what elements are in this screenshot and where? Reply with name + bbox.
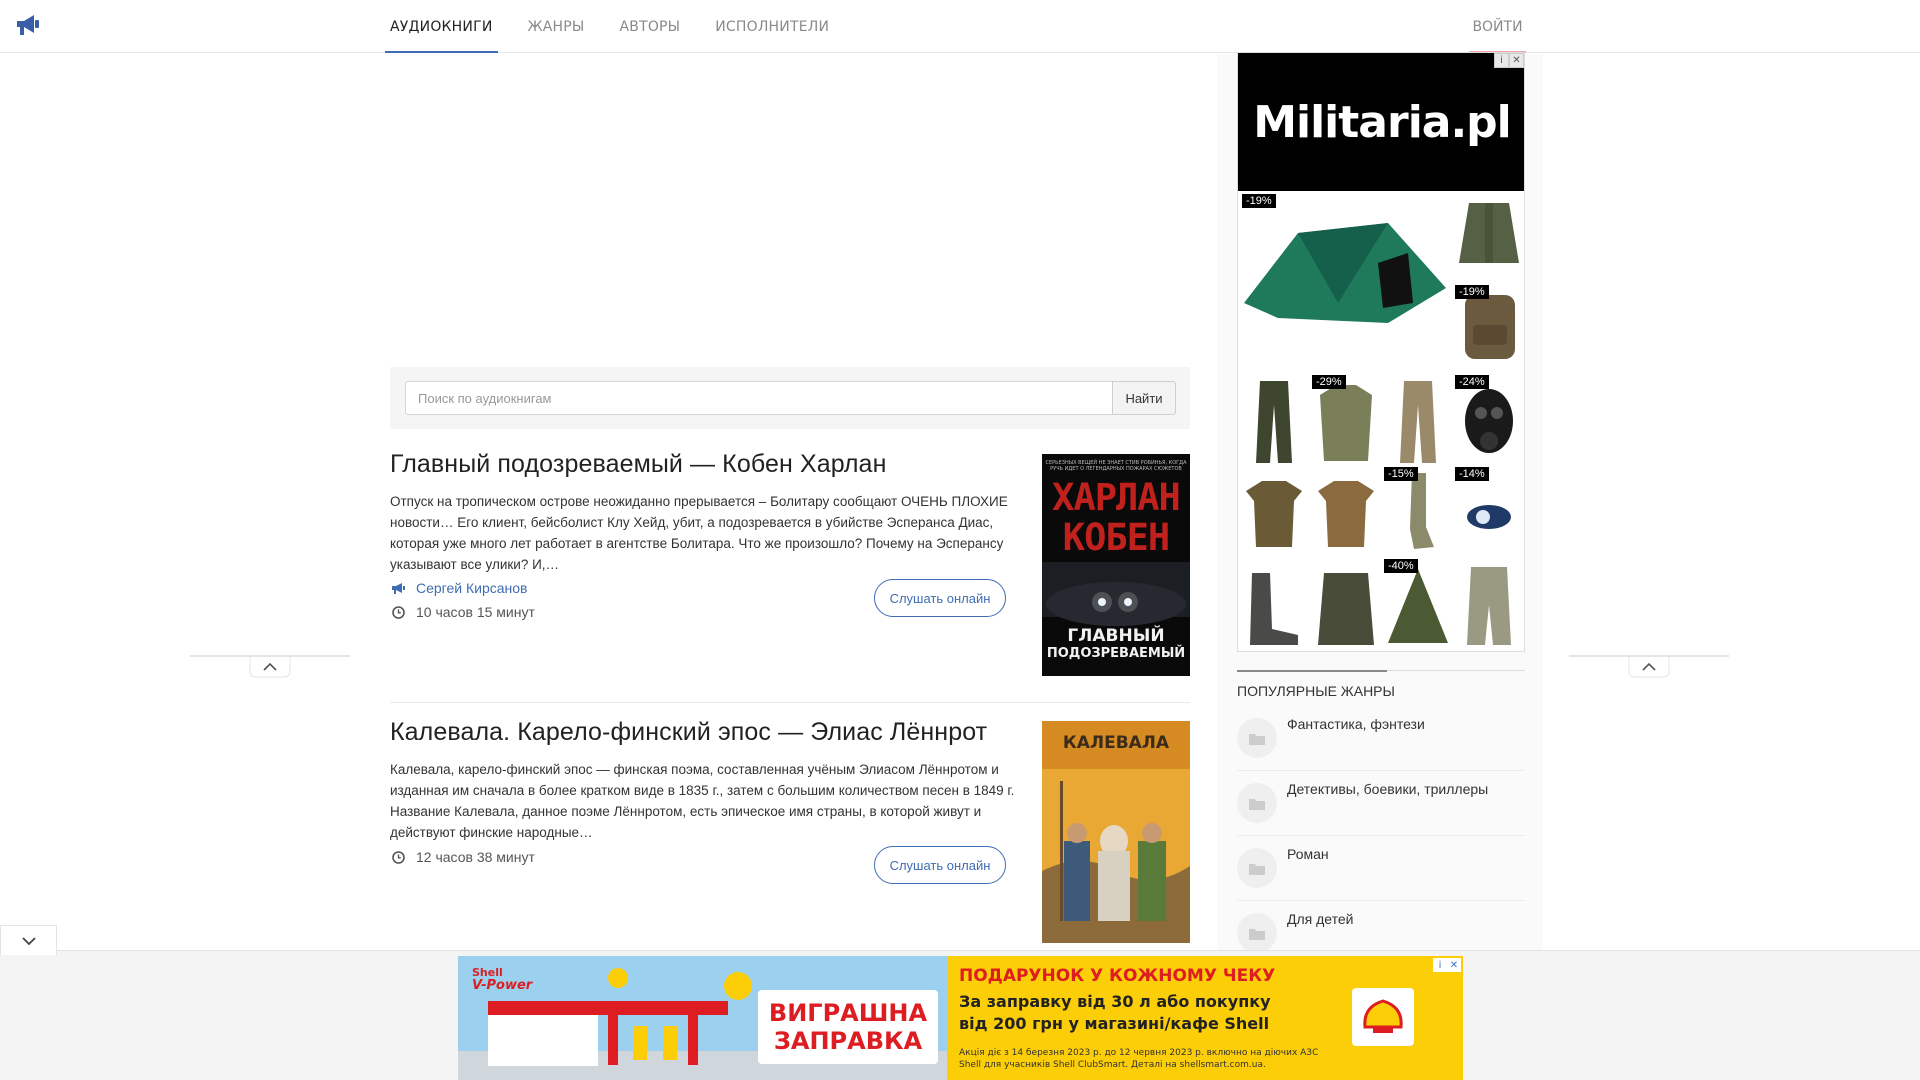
genre-item[interactable]: Роман — [1237, 836, 1525, 901]
shell-ad-right: ПОДАРУНОК У КОЖНОМУ ЧЕКУ За заправку від… — [947, 956, 1463, 1080]
shell-promo-fine-2: Shell для учасників Shell ClubSmart. Дет… — [959, 1060, 1266, 1070]
shell-promo-line-1: За заправку від 30 л або покупку — [959, 992, 1271, 1011]
duration-text: 12 часов 38 минут — [416, 849, 535, 865]
shell-brand-sub: V-Power — [472, 978, 533, 993]
megaphone-icon — [390, 581, 406, 595]
shell-promo-title: ПОДАРУНОК У КОЖНОМУ ЧЕКУ — [959, 966, 1276, 986]
book-card: Главный подозреваемый — Кобен Харлан Отп… — [390, 450, 1190, 680]
genre-label[interactable]: Детективы, боевики, триллеры — [1287, 781, 1488, 797]
book-duration: 12 часов 38 минут — [390, 849, 535, 865]
scroll-up-left[interactable] — [190, 655, 350, 678]
discount-badge: -14% — [1455, 467, 1489, 481]
main-nav: АУДИОКНИГИ ЖАНРЫ АВТОРЫ ИСПОЛНИТЕЛИ — [385, 0, 859, 53]
scroll-up-right[interactable] — [1569, 655, 1729, 678]
product-camo-pants[interactable] — [1382, 375, 1454, 467]
product-tshirt-tan[interactable] — [1310, 467, 1382, 559]
divider — [390, 702, 1190, 703]
product-boots[interactable] — [1238, 559, 1310, 651]
cover-tagline: СЕРЬЕЗНЫХ ВЕЩЕЙ НЕ ЗНАЕТ СТИВ РОБИНЬЯ, К… — [1045, 460, 1187, 472]
nav-tab-performers[interactable]: ИСПОЛНИТЕЛИ — [710, 0, 834, 53]
genre-label[interactable]: Роман — [1287, 846, 1329, 862]
folder-icon — [1237, 783, 1277, 823]
ad-close-icon[interactable]: ✕ — [1447, 958, 1461, 972]
top-ad-slot — [390, 54, 1190, 364]
genre-label[interactable]: Фантастика, фэнтези — [1287, 716, 1425, 732]
book-description: Калевала, карело-финский эпос — финская … — [390, 762, 1015, 840]
search-button[interactable]: Найти — [1112, 381, 1176, 415]
ad-info-icon[interactable]: i — [1433, 958, 1447, 972]
cover-text-mid: КОБЕН — [1062, 516, 1170, 559]
cover-text-top: КАЛЕВАЛА — [1062, 733, 1170, 753]
chevron-down-icon — [21, 936, 36, 945]
book-reader[interactable]: Сергей Кирсанов — [390, 580, 527, 596]
shell-ad-left: Shell V-Power ВИГРАШНА ЗАПРАВКА — [458, 956, 947, 1080]
listen-online-button[interactable]: Слушать онлайн — [874, 846, 1006, 884]
discount-badge: -24% — [1455, 375, 1489, 389]
ad-close-icon[interactable]: ✕ — [1509, 53, 1524, 68]
product-pants[interactable] — [1238, 375, 1310, 467]
book-title[interactable]: Главный подозреваемый — Кобен Харлан — [390, 450, 886, 479]
cover-text-bottom-1: ГЛАВНЫЙ — [1067, 626, 1165, 646]
discount-badge: -15% — [1384, 467, 1418, 481]
cover-text-top: ХАРЛАН — [1052, 476, 1181, 519]
book-duration: 10 часов 15 минут — [390, 604, 535, 620]
genre-item[interactable]: Фантастика, фэнтези — [1237, 706, 1525, 771]
product-uniform[interactable] — [1453, 559, 1524, 651]
cover-text-bottom-2: ПОДОЗРЕВАЕМЫЙ — [1046, 646, 1186, 661]
login-link[interactable]: ВОЙТИ — [1469, 0, 1526, 53]
listen-online-button[interactable]: Слушать онлайн — [874, 579, 1006, 617]
book-description: Отпуск на тропическом острове неожиданно… — [390, 494, 1008, 572]
popular-genres-title: ПОПУЛЯРНЫЕ ЖАНРЫ — [1237, 670, 1525, 699]
ad-info-icon[interactable]: i — [1494, 53, 1509, 68]
duration-text: 10 часов 15 минут — [416, 604, 535, 620]
clock-icon — [390, 605, 406, 619]
product-tshirt[interactable] — [1238, 467, 1310, 559]
militaria-ad[interactable]: Militaria.pl i ✕ -19% -19% -29% -24% -15… — [1237, 52, 1525, 652]
folder-icon — [1237, 913, 1277, 953]
book-title[interactable]: Калевала. Карело-финский эпос — Элиас Лё… — [390, 718, 987, 747]
product-jacket[interactable] — [1453, 193, 1524, 273]
shell-promo-fine-1: Акція діє з 14 березня 2023 р. до 12 чер… — [959, 1048, 1319, 1058]
search-panel: Поиск по аудиокнигам Найти — [390, 367, 1190, 429]
megaphone-logo-icon[interactable] — [14, 12, 42, 38]
shell-logo-icon — [1352, 988, 1414, 1046]
discount-badge: -19% — [1242, 194, 1276, 208]
product-parka[interactable] — [1310, 559, 1382, 651]
nav-tab-genres[interactable]: ЖАНРЫ — [523, 0, 590, 53]
shell-ad-banner[interactable]: Shell V-Power ВИГРАШНА ЗАПРАВКА ПОДАРУНО… — [458, 956, 1463, 1080]
shell-promo-line-2: від 200 грн у магазині/кафе Shell — [959, 1014, 1270, 1033]
ad-controls: i ✕ — [1433, 958, 1461, 972]
product-tent[interactable] — [1238, 193, 1452, 333]
ad-controls: i ✕ — [1494, 53, 1524, 68]
book-cover[interactable]: СЕРЬЕЗНЫХ ВЕЩЕЙ НЕ ЗНАЕТ СТИВ РОБИНЬЯ, К… — [1042, 454, 1190, 676]
top-navigation-bar: АУДИОКНИГИ ЖАНРЫ АВТОРЫ ИСПОЛНИТЕЛИ ВОЙТ… — [0, 0, 1920, 53]
shell-headline-2: ЗАПРАВКА — [773, 1027, 923, 1055]
discount-badge: -29% — [1312, 375, 1346, 389]
book-cover[interactable]: КАЛЕВАЛА — [1042, 721, 1190, 943]
nav-tab-authors[interactable]: АВТОРЫ — [614, 0, 685, 53]
nav-tab-audiobooks[interactable]: АУДИОКНИГИ — [385, 0, 498, 53]
clock-icon — [390, 850, 406, 864]
search-input[interactable]: Поиск по аудиокнигам — [405, 381, 1112, 415]
shell-headline-1: ВИГРАШНА — [768, 999, 928, 1027]
militaria-logo[interactable]: Militaria.pl — [1238, 53, 1524, 191]
collapse-ad-button[interactable] — [0, 925, 57, 955]
folder-icon — [1237, 848, 1277, 888]
reader-name[interactable]: Сергей Кирсанов — [416, 580, 527, 596]
shell-headline-box: ВИГРАШНА ЗАПРАВКА — [758, 990, 938, 1064]
discount-badge: -19% — [1455, 285, 1489, 299]
genre-label[interactable]: Для детей — [1287, 911, 1353, 927]
discount-badge: -40% — [1384, 559, 1418, 573]
genre-item[interactable]: Детективы, боевики, триллеры — [1237, 771, 1525, 836]
folder-icon — [1237, 718, 1277, 758]
book-card: Калевала. Карело-финский эпос — Элиас Лё… — [390, 718, 1190, 948]
